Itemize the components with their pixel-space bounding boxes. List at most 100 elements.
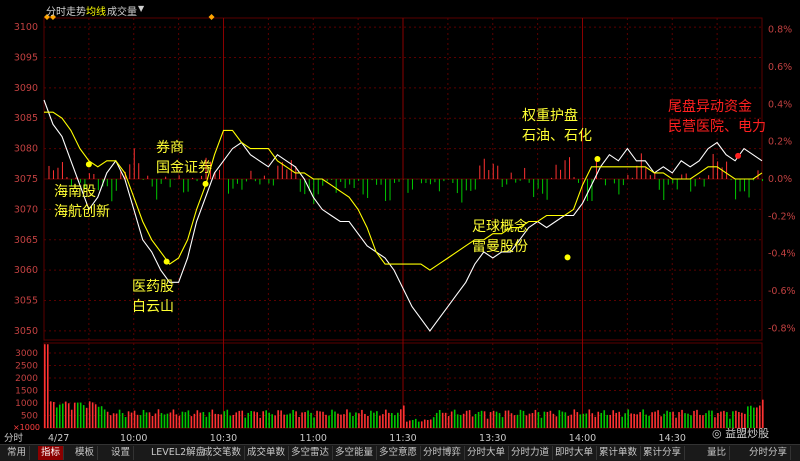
volume-bar bbox=[98, 407, 100, 428]
diff-bar bbox=[587, 179, 588, 201]
volume-bar bbox=[62, 404, 64, 428]
volume-bar bbox=[520, 410, 522, 428]
diff-bar bbox=[156, 179, 157, 200]
volume-bar bbox=[250, 411, 252, 428]
volume-bar bbox=[241, 411, 243, 428]
bottom-toolbar: 常用 指标 模板 设置 LEVEL2解盘 成交笔数 成交单数 多空雷达 多空能量… bbox=[0, 444, 800, 461]
volume-bar bbox=[490, 412, 492, 428]
volume-bar bbox=[630, 413, 632, 428]
volume-bar bbox=[577, 412, 579, 428]
tab-trade-count[interactable]: 成交笔数 bbox=[200, 446, 245, 460]
axis-labels: 3100309530903085308030753070306530603055… bbox=[4, 22, 796, 444]
tab-willingness[interactable]: 多空意愿 bbox=[376, 446, 421, 460]
tab-common[interactable]: 常用 bbox=[4, 446, 30, 460]
volume-bar bbox=[526, 415, 528, 428]
volume-bar bbox=[232, 415, 234, 428]
volume-bar bbox=[403, 406, 405, 429]
price-tick-label: 3050 bbox=[14, 326, 38, 337]
volume-bar bbox=[609, 415, 611, 428]
volume-bar bbox=[95, 404, 97, 428]
diff-bar bbox=[300, 179, 301, 192]
volume-bar bbox=[188, 410, 190, 428]
volume-bar bbox=[475, 414, 477, 428]
diff-bar bbox=[744, 179, 745, 191]
volume-bar bbox=[544, 412, 546, 428]
volume-bar bbox=[134, 411, 136, 428]
annotation-text: 尾盘异动资金 bbox=[668, 97, 766, 117]
diff-bar bbox=[399, 179, 400, 182]
volume-bar bbox=[388, 413, 390, 428]
volume-bar bbox=[597, 412, 599, 428]
annotation-text: 民营医院、电力 bbox=[668, 117, 766, 137]
diff-bar bbox=[327, 179, 328, 181]
pct-tick-label: 0.8% bbox=[768, 25, 792, 36]
tab-energy[interactable]: 多空能量 bbox=[332, 446, 377, 460]
volume-bar bbox=[481, 411, 483, 428]
tab-templates[interactable]: 模板 bbox=[72, 446, 98, 460]
volume-bar bbox=[131, 413, 133, 428]
diff-bar bbox=[48, 166, 49, 179]
diff-bar bbox=[412, 179, 413, 190]
tab-realtime-big[interactable]: 即时大单 bbox=[552, 446, 597, 460]
volume-bar bbox=[197, 410, 199, 428]
volume-bar bbox=[331, 410, 333, 428]
diff-bar bbox=[138, 163, 139, 179]
tab-cum-orders[interactable]: 累计单数 bbox=[596, 446, 641, 460]
chart-header: 分时走势 均线 成交量 ▼ bbox=[0, 0, 800, 18]
diff-bar bbox=[520, 179, 521, 181]
volume-bar bbox=[352, 416, 354, 428]
annotation-pharma: 医药股 白云山 bbox=[132, 277, 174, 317]
diff-bar bbox=[762, 179, 763, 181]
diff-bar bbox=[452, 179, 453, 183]
volume-label[interactable]: 成交量 bbox=[107, 3, 137, 18]
volume-bar bbox=[415, 419, 417, 428]
diff-bar bbox=[367, 179, 368, 198]
triangle-down-icon[interactable]: ▼ bbox=[138, 4, 144, 13]
annotation-late-funds: 尾盘异动资金 民营医院、电力 bbox=[668, 97, 766, 137]
tab-game[interactable]: 分时博弈 bbox=[420, 446, 465, 460]
volume-bar bbox=[499, 413, 501, 428]
volume-bar bbox=[469, 410, 471, 428]
diff-bar bbox=[722, 167, 723, 179]
diff-bar bbox=[430, 179, 431, 184]
diff-bar bbox=[376, 179, 377, 185]
volume-bar bbox=[191, 416, 193, 428]
tab-force[interactable]: 分时力道 bbox=[508, 446, 553, 460]
volume-bar bbox=[439, 410, 441, 428]
diff-bar bbox=[690, 179, 691, 192]
tab-volume-ratio[interactable]: 量比 bbox=[704, 446, 730, 460]
tab-big-orders[interactable]: 分时大单 bbox=[464, 446, 509, 460]
volume-bar bbox=[448, 416, 450, 428]
diff-bar bbox=[547, 179, 548, 200]
tab-cum-share[interactable]: 累计分享 bbox=[640, 446, 685, 460]
pct-tick-label: -0.6% bbox=[768, 286, 796, 297]
volume-bar bbox=[56, 407, 58, 428]
annotation-text: 医药股 bbox=[132, 277, 174, 297]
tab-order-count[interactable]: 成交单数 bbox=[244, 446, 289, 460]
volume-bar bbox=[152, 416, 154, 428]
volume-bar bbox=[173, 409, 175, 428]
volume-bar bbox=[663, 414, 665, 428]
volume-bar bbox=[322, 412, 324, 428]
volume-bar bbox=[316, 411, 318, 428]
diff-bar bbox=[524, 168, 525, 179]
title-intraday[interactable]: 分时走势 bbox=[46, 3, 86, 18]
volume-bar bbox=[562, 412, 564, 428]
volume-bar bbox=[436, 413, 438, 428]
tab-share[interactable]: 分时分享 bbox=[746, 446, 791, 460]
diff-bar bbox=[565, 160, 566, 179]
volume-bar bbox=[325, 415, 327, 428]
volume-bar bbox=[385, 410, 387, 428]
volume-bar bbox=[164, 414, 166, 428]
tab-radar[interactable]: 多空雷达 bbox=[288, 446, 333, 460]
tab-settings[interactable]: 设置 bbox=[108, 446, 134, 460]
tab-indicators[interactable]: 指标 bbox=[38, 446, 64, 460]
volume-bar bbox=[212, 410, 214, 428]
diff-bar bbox=[636, 166, 637, 179]
annotation-text: 海航创新 bbox=[54, 202, 110, 222]
volume-bar bbox=[376, 411, 378, 428]
diff-bar bbox=[228, 179, 229, 194]
diff-bar bbox=[53, 170, 54, 179]
diff-bar bbox=[116, 179, 117, 191]
volume-bar bbox=[547, 412, 549, 428]
